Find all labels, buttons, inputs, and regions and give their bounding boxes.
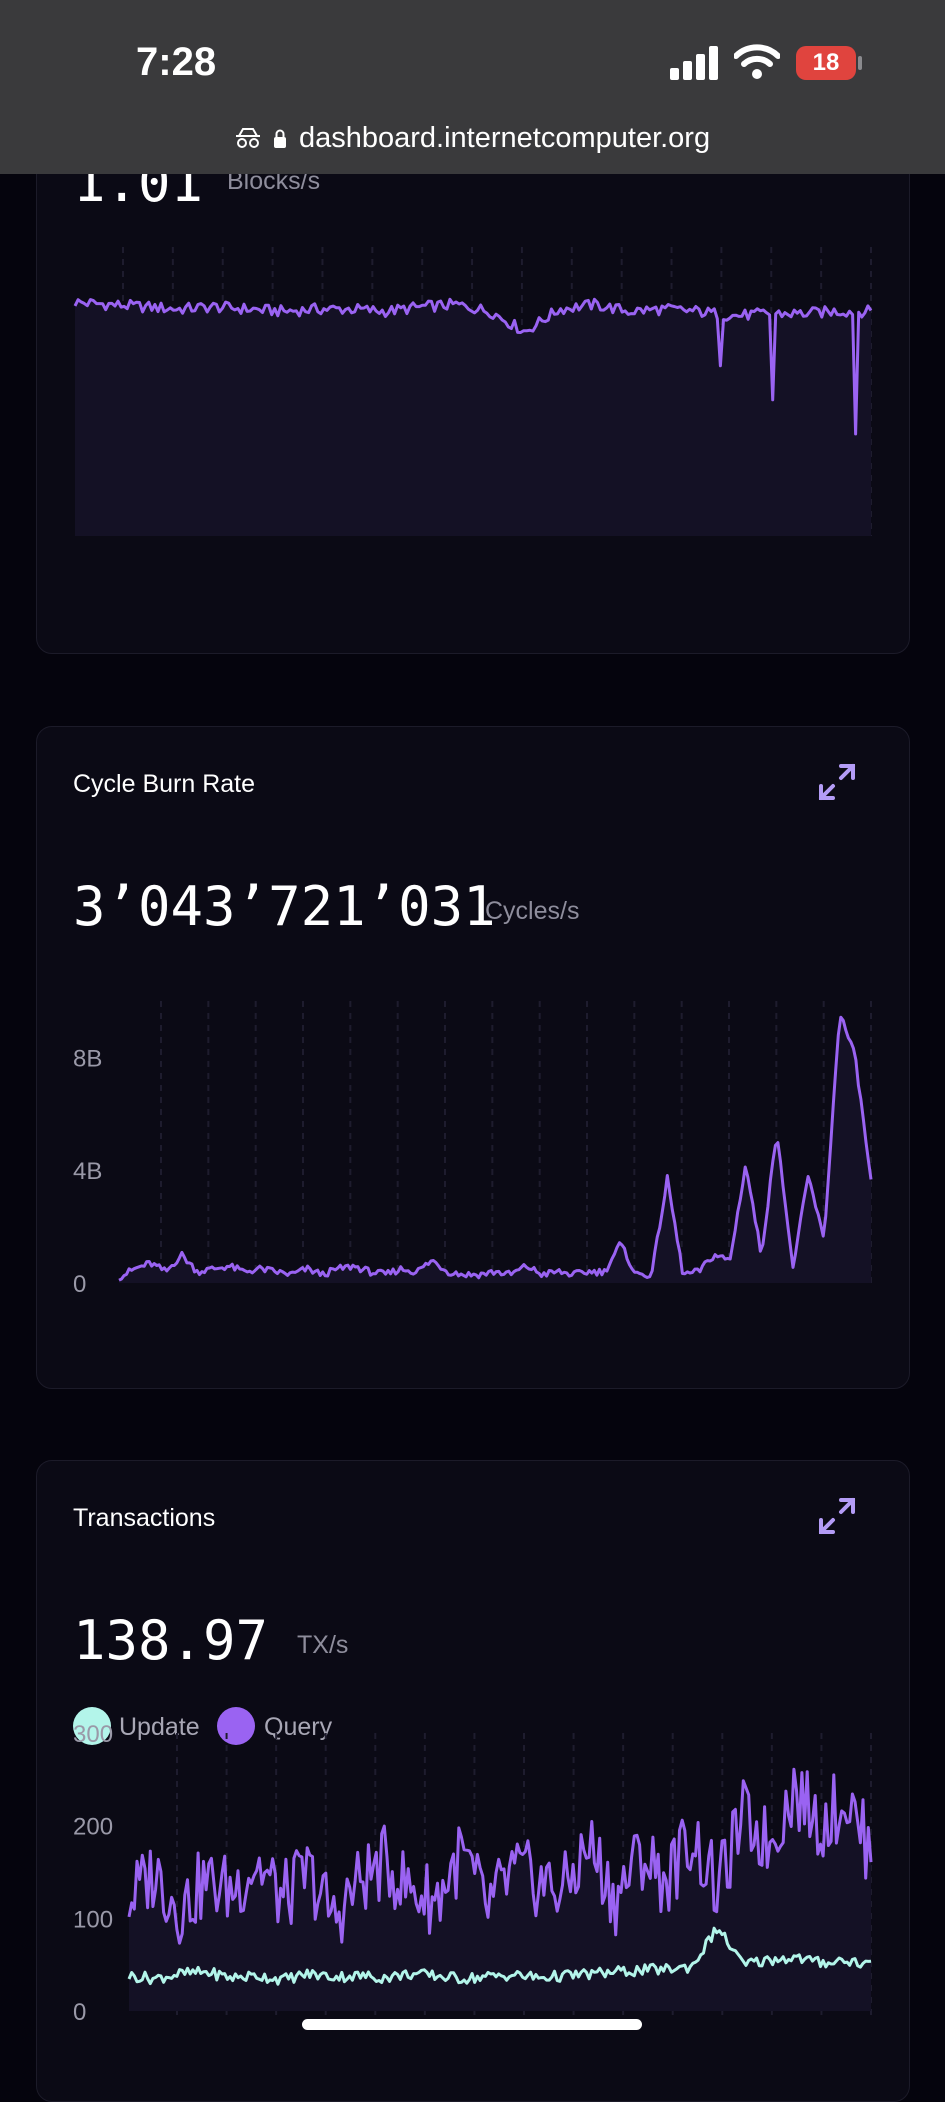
y-tick-label: 8B [73, 1045, 102, 1072]
y-tick-label: 300 [73, 1721, 113, 1748]
status-bar: 7:28 18 dashboard.internetcomputer.org [0, 0, 945, 174]
wifi-icon [734, 44, 780, 79]
y-tick-label: 0 [73, 1999, 86, 2026]
private-browsing-icon [235, 128, 260, 149]
status-time: 7:28 [136, 40, 217, 84]
battery-indicator: 18 [796, 46, 856, 80]
battery-cap [858, 56, 862, 70]
transactions-chart: 300 200 100 0 [73, 1721, 873, 2026]
cycle-burn-chart: 8B 4B 0 [73, 1001, 873, 1298]
address-bar[interactable]: dashboard.internetcomputer.org [0, 122, 945, 155]
block-rate-chart [73, 247, 873, 536]
y-tick-label: 100 [73, 1906, 113, 1933]
home-indicator [302, 2019, 642, 2030]
cycle-burn-rate-card: Cycle Burn Rate 3’043’721’031 Cycles/s 8… [36, 726, 910, 1389]
block-rate-card: 1.01 Blocks/s [36, 100, 910, 654]
y-tick-label: 0 [73, 1271, 86, 1298]
transactions-card: Transactions 138.97 TX/s Update Query 30… [36, 1460, 910, 2102]
url-text: dashboard.internetcomputer.org [299, 122, 711, 154]
lock-icon [273, 129, 286, 149]
y-tick-label: 200 [73, 1814, 113, 1841]
cellular-signal-icon [670, 46, 718, 80]
cycles-series-line [118, 1015, 873, 1282]
y-tick-label: 4B [73, 1158, 102, 1185]
blocks-series-area [75, 299, 871, 536]
